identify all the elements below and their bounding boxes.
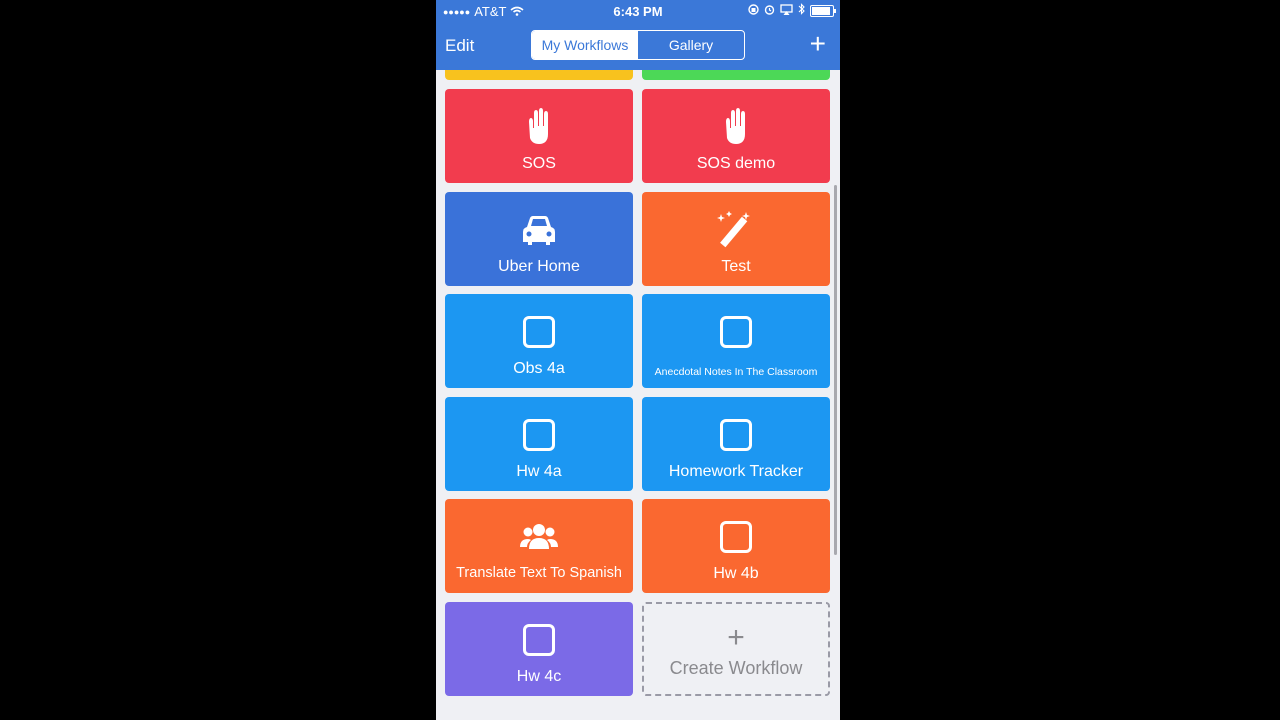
scrollbar[interactable] [834,185,837,555]
airplay-icon [780,3,793,18]
workflow-tile-translate[interactable]: Translate Text To Spanish [445,499,633,593]
create-workflow-button[interactable]: + Create Workflow [642,602,830,696]
workflow-label: Translate Text To Spanish [456,565,622,581]
plus-icon: + [727,621,745,654]
workflow-label: Homework Tracker [668,463,804,480]
workflow-tile-homework-tracker[interactable]: Homework Tracker [642,397,830,491]
workflow-tile-hw-4b[interactable]: Hw 4b [642,499,830,593]
workflow-tile-obs-4a[interactable]: Obs 4a [445,294,633,388]
add-workflow-button[interactable]: + [810,30,826,58]
square-icon [642,517,830,557]
square-icon [445,415,633,455]
workflow-label: SOS demo [696,155,776,172]
workflow-tile-anecdotal-notes[interactable]: Anecdotal Notes In The Classroom [642,294,830,388]
hand-icon [445,107,633,147]
square-icon [642,312,830,352]
square-icon [445,312,633,352]
bluetooth-icon [798,3,805,18]
workflow-tile-sos[interactable]: SOS [445,89,633,183]
workflow-label: SOS [522,155,556,172]
hand-icon [642,107,830,147]
phone-screen: SOS SOS demo Uber Home Test Obs 4a Anecd… [436,0,840,720]
alarm-icon [764,3,775,18]
create-workflow-label: Create Workflow [669,658,803,678]
battery-icon [810,4,836,17]
workflow-label: Anecdotal Notes In The Classroom [654,366,818,378]
square-icon [445,620,633,660]
workflow-label: Hw 4c [516,668,562,685]
status-bar: ●●●●● AT&T 6:43 PM [436,0,840,22]
workflow-tile-hw-4a[interactable]: Hw 4a [445,397,633,491]
people-icon [445,517,633,557]
workflow-label: Test [721,258,751,275]
workflow-grid: SOS SOS demo Uber Home Test Obs 4a Anecd… [436,0,840,720]
workflow-tile-test[interactable]: Test [642,192,830,286]
rotation-lock-icon [748,3,759,18]
workflow-label: Obs 4a [513,360,565,377]
car-icon [445,210,633,250]
square-icon [642,415,830,455]
workflow-tile-hw-4c[interactable]: Hw 4c [445,602,633,696]
workflow-label: Hw 4b [713,565,759,582]
workflow-label: Uber Home [498,258,580,275]
workflow-tile-sos-demo[interactable]: SOS demo [642,89,830,183]
nav-bar: Edit My Workflows Gallery + [436,28,840,64]
tab-gallery[interactable]: Gallery [638,31,744,59]
segmented-control: My Workflows Gallery [531,30,745,60]
workflow-label: Hw 4a [516,463,562,480]
magic-wand-icon [642,210,830,250]
tab-my-workflows[interactable]: My Workflows [532,31,638,59]
edit-button[interactable]: Edit [445,36,474,56]
workflow-tile-uber-home[interactable]: Uber Home [445,192,633,286]
top-bar: ●●●●● AT&T 6:43 PM Edit My Workflows Gal… [436,0,840,70]
